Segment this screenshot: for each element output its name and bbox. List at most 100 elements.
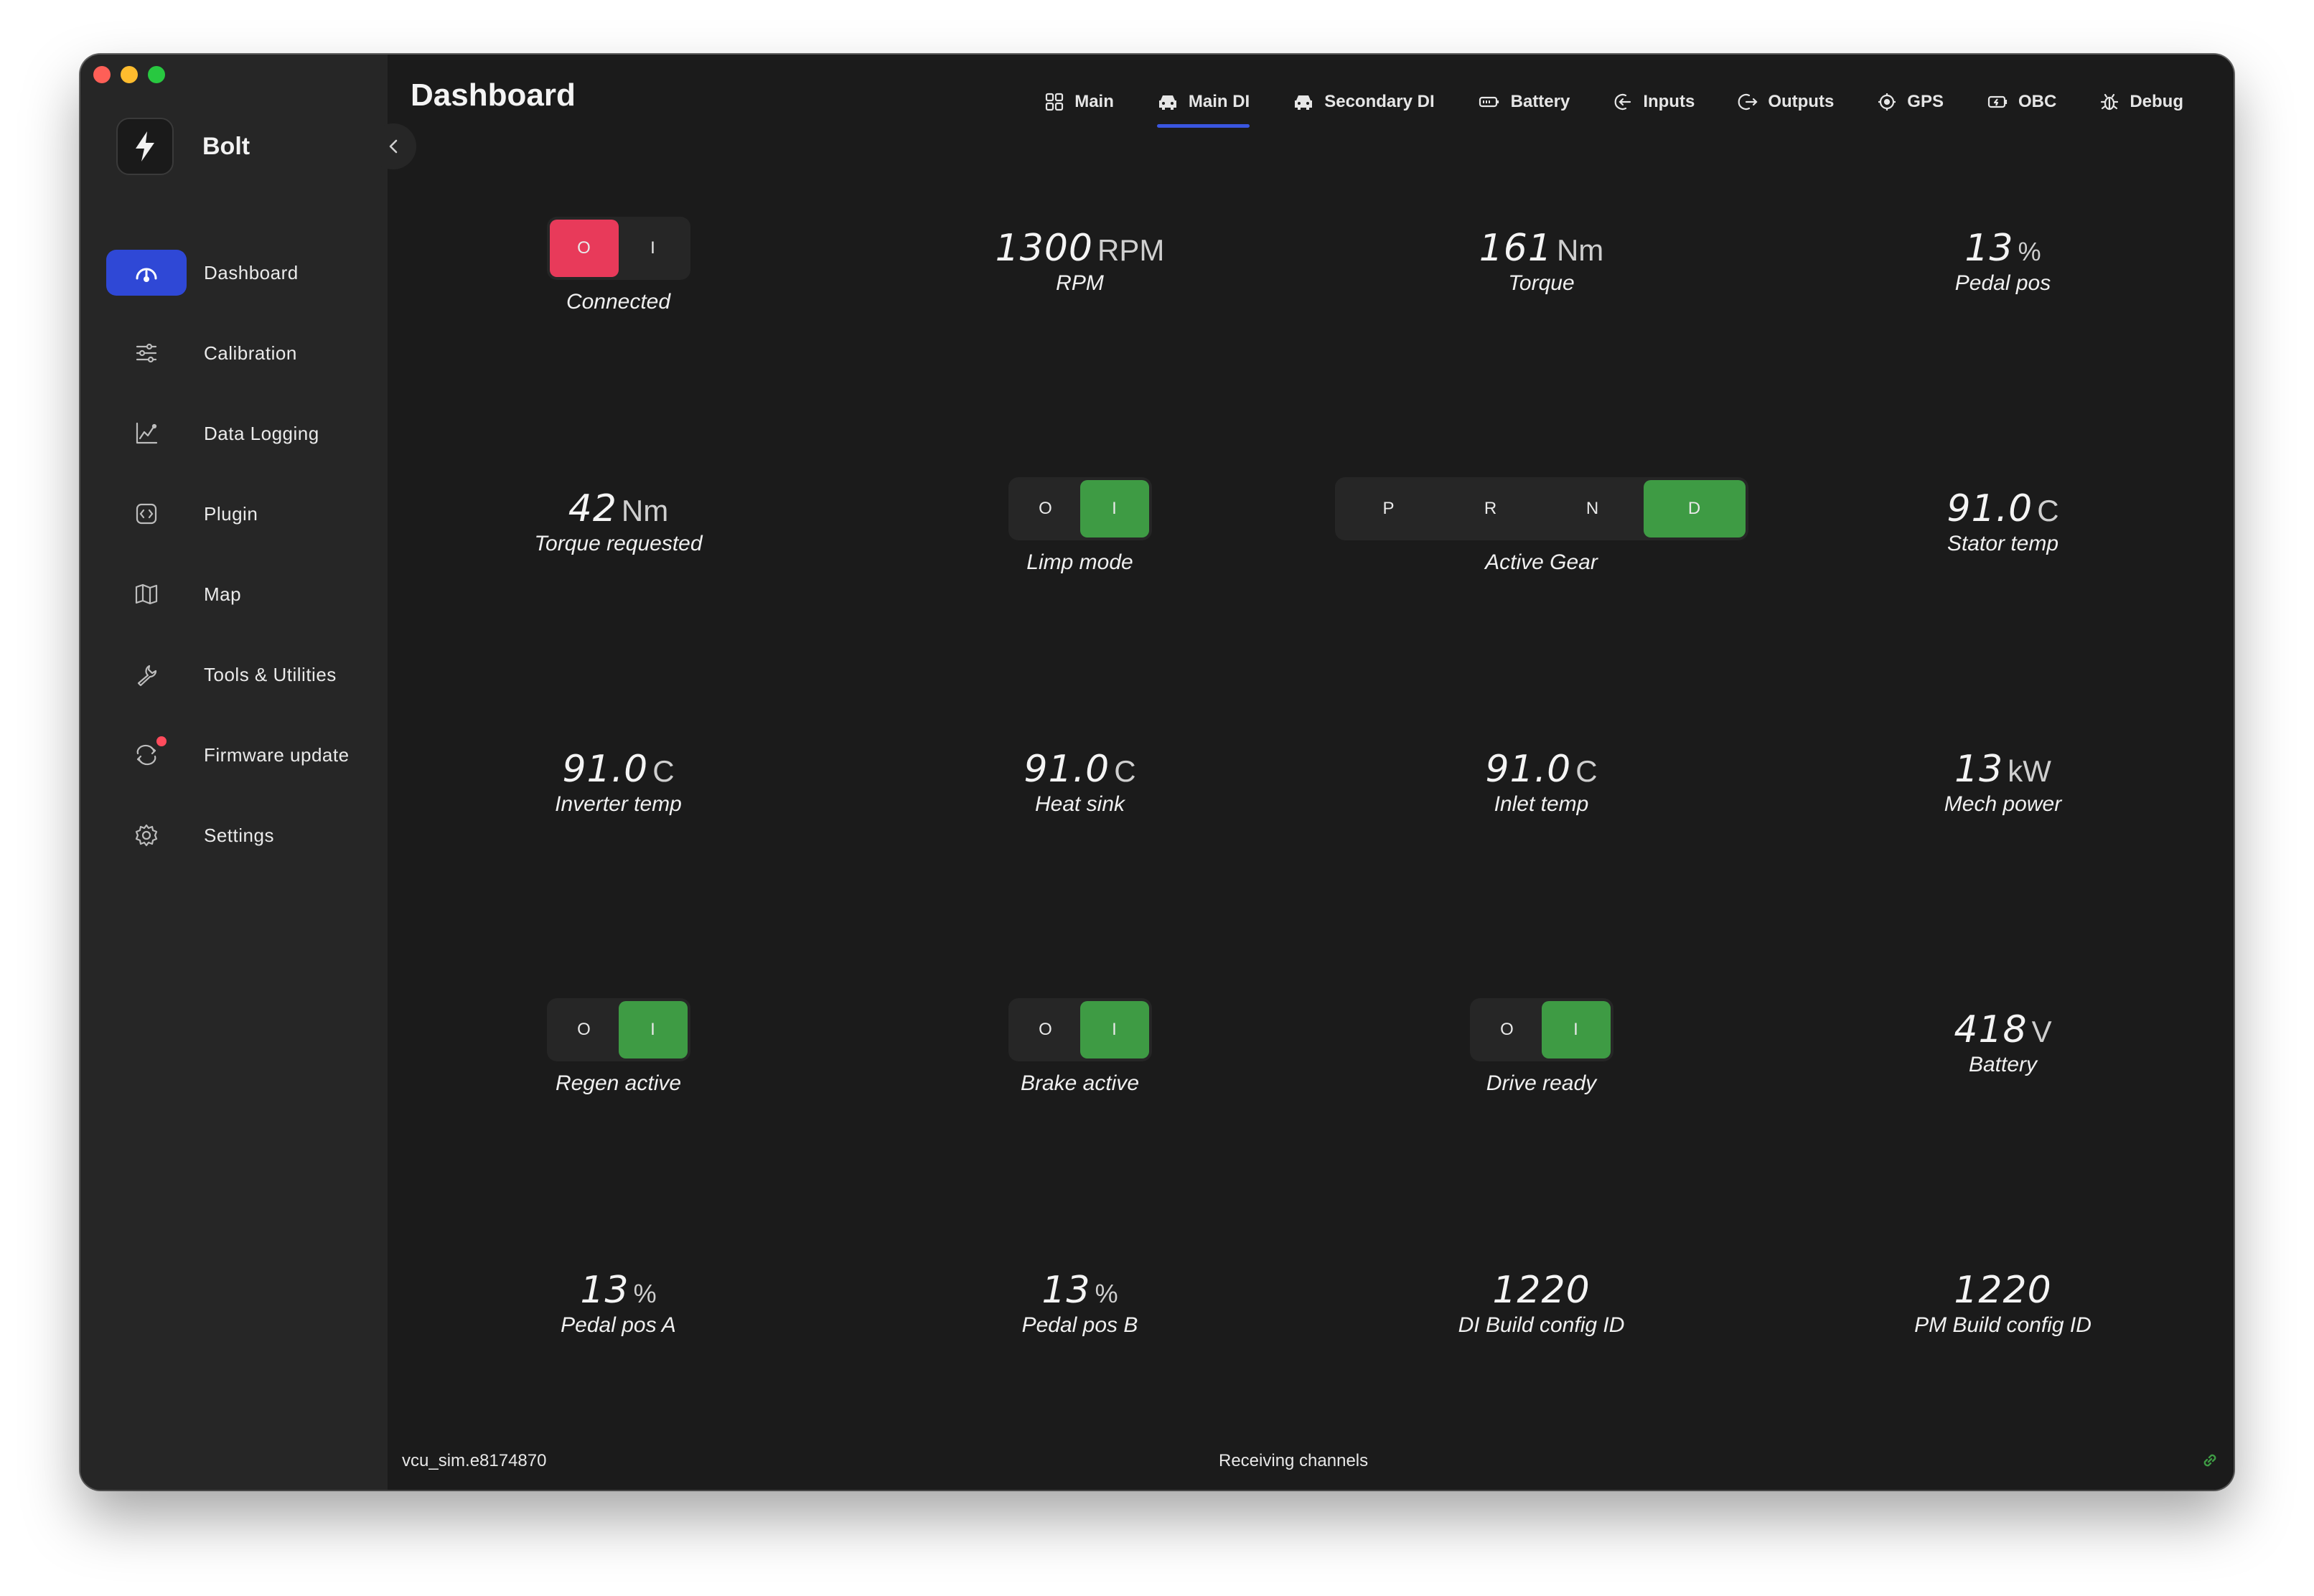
limp-mode-toggle[interactable]: O I	[1008, 477, 1152, 540]
tab-debug[interactable]: Debug	[2078, 76, 2205, 128]
tab-inputs[interactable]: Inputs	[1591, 76, 1716, 128]
sidebar-item-label: Calibration	[204, 342, 297, 364]
sidebar-item-label: Dashboard	[204, 261, 299, 283]
link-icon[interactable]	[2201, 1451, 2219, 1473]
toggle-off-segment[interactable]: O	[1011, 480, 1080, 538]
sidebar-item-data-logging[interactable]: Data Logging	[106, 393, 372, 474]
collapse-sidebar-button[interactable]	[370, 123, 416, 169]
toggle-on-segment[interactable]: I	[1541, 1001, 1611, 1058]
toggle-on-segment[interactable]: I	[1079, 480, 1149, 538]
connected-toggle[interactable]: O I	[546, 217, 690, 280]
gear-option-d[interactable]: D	[1643, 480, 1746, 538]
widget-label: Stator temp	[1947, 532, 2059, 555]
sidebar-item-label: Firmware update	[204, 743, 350, 766]
tab-bar: Main Main DI Secondary DI Battery Inputs…	[1023, 76, 2205, 128]
sidebar-item-map[interactable]: Map	[106, 554, 372, 634]
metric-unit: %	[633, 1279, 657, 1308]
metric-value: 13	[1964, 227, 2014, 270]
drive-ready-toggle[interactable]: O I	[1469, 998, 1613, 1061]
metric-value: 91.0	[1485, 748, 1572, 791]
sidebar-item-label: Map	[204, 583, 242, 605]
gear-selector[interactable]: P R N D	[1334, 477, 1748, 540]
widget-heat-sink: 91.0 C Heat sink	[849, 748, 1311, 1008]
sidebar-item-dashboard[interactable]: Dashboard	[106, 233, 372, 313]
gear-option-r[interactable]: R	[1440, 480, 1542, 538]
traffic-lights	[93, 66, 165, 83]
minimize-window-button[interactable]	[121, 66, 138, 83]
toggle-on-segment[interactable]: I	[1079, 1001, 1149, 1058]
widget-inlet-temp: 91.0 C Inlet temp	[1311, 748, 1772, 1008]
sidebar-item-firmware-update[interactable]: Firmware update	[106, 715, 372, 795]
tab-label: OBC	[2018, 92, 2057, 111]
tab-battery[interactable]: Battery	[1456, 76, 1592, 128]
target-icon	[1878, 93, 1896, 111]
sliders-icon	[106, 330, 187, 376]
tab-label: GPS	[1907, 92, 1944, 111]
status-bar: vcu_sim.e8174870 Receiving channels	[388, 1432, 2234, 1490]
gear-option-p[interactable]: P	[1338, 480, 1440, 538]
tab-label: Main	[1074, 92, 1114, 111]
widget-label: Regen active	[555, 1071, 682, 1095]
tab-obc[interactable]: OBC	[1965, 76, 2078, 128]
widget-regen-active: O I Regen active	[388, 998, 849, 1269]
sidebar-item-calibration[interactable]: Calibration	[106, 313, 372, 393]
toggle-on-segment[interactable]: I	[618, 1001, 688, 1058]
toggle-off-segment[interactable]: O	[1011, 1001, 1080, 1058]
widget-label: PM Build config ID	[1914, 1313, 2092, 1337]
tab-main[interactable]: Main	[1023, 76, 1135, 128]
charger-icon	[1987, 95, 2008, 108]
page-title: Dashboard	[411, 78, 576, 113]
widget-torque: 161 Nm Torque	[1311, 227, 1772, 487]
zoom-window-button[interactable]	[148, 66, 165, 83]
sidebar-item-label: Plugin	[204, 502, 258, 525]
metric-unit: C	[652, 754, 675, 788]
widget-rpm: 1300 RPM RPM	[849, 227, 1311, 487]
widget-inverter-temp: 91.0 C Inverter temp	[388, 748, 849, 1008]
device-id: vcu_sim.e8174870	[402, 1451, 547, 1470]
metric-value: 1220	[1492, 1269, 1591, 1312]
sidebar-nav: Dashboard Calibration Data Logging Plugi…	[106, 233, 372, 876]
toggle-off-segment[interactable]: O	[549, 220, 619, 277]
widget-label: Pedal pos B	[1021, 1313, 1138, 1337]
toggle-off-segment[interactable]: O	[1473, 1001, 1542, 1058]
sidebar-item-label: Settings	[204, 824, 274, 846]
widget-label: Battery	[1968, 1053, 2038, 1076]
tab-outputs[interactable]: Outputs	[1716, 76, 1855, 128]
metric-value: 1300	[995, 227, 1093, 270]
sidebar: Bolt Dashboard Calibration Data Logging	[80, 55, 388, 1490]
widget-active-gear: P R N D Active Gear	[1311, 477, 1772, 748]
metric-unit: V	[2031, 1015, 2052, 1048]
sidebar-item-settings[interactable]: Settings	[106, 795, 372, 876]
sidebar-item-plugin[interactable]: Plugin	[106, 474, 372, 554]
widget-label: Limp mode	[1026, 550, 1133, 574]
tab-label: Main DI	[1188, 92, 1250, 111]
toggle-on-segment[interactable]: I	[619, 220, 688, 277]
brake-active-toggle[interactable]: O I	[1008, 998, 1152, 1061]
tab-label: Debug	[2130, 92, 2183, 111]
tab-secondary-di[interactable]: Secondary DI	[1271, 76, 1456, 128]
update-badge	[156, 736, 167, 746]
metric-value: 91.0	[1024, 748, 1110, 791]
toggle-off-segment[interactable]: O	[550, 1001, 619, 1058]
widget-label: Inverter temp	[555, 792, 682, 816]
tab-gps[interactable]: GPS	[1855, 76, 1965, 128]
main-content: Dashboard Main Main DI Secondary DI Batt…	[388, 55, 2234, 1490]
metric-value: 1220	[1954, 1269, 2052, 1312]
metric-unit: C	[1114, 754, 1136, 788]
widget-label: Pedal pos A	[561, 1313, 676, 1337]
metric-value: 161	[1479, 227, 1552, 270]
bug-icon	[2101, 93, 2119, 111]
widget-torque-requested: 42 Nm Torque requested	[388, 487, 849, 748]
metric-unit: Nm	[621, 494, 669, 527]
widget-mech-power: 13 kW Mech power	[1772, 748, 2234, 1008]
tab-main-di[interactable]: Main DI	[1135, 76, 1271, 128]
sidebar-item-tools[interactable]: Tools & Utilities	[106, 634, 372, 715]
map-icon	[106, 571, 187, 617]
metric-value: 13	[580, 1269, 629, 1312]
regen-active-toggle[interactable]: O I	[546, 998, 690, 1061]
widget-label: Pedal pos	[1954, 271, 2051, 295]
gear-option-n[interactable]: N	[1542, 480, 1644, 538]
close-window-button[interactable]	[93, 66, 111, 83]
metric-unit: C	[1575, 754, 1598, 788]
widget-label: Drive ready	[1486, 1071, 1597, 1095]
